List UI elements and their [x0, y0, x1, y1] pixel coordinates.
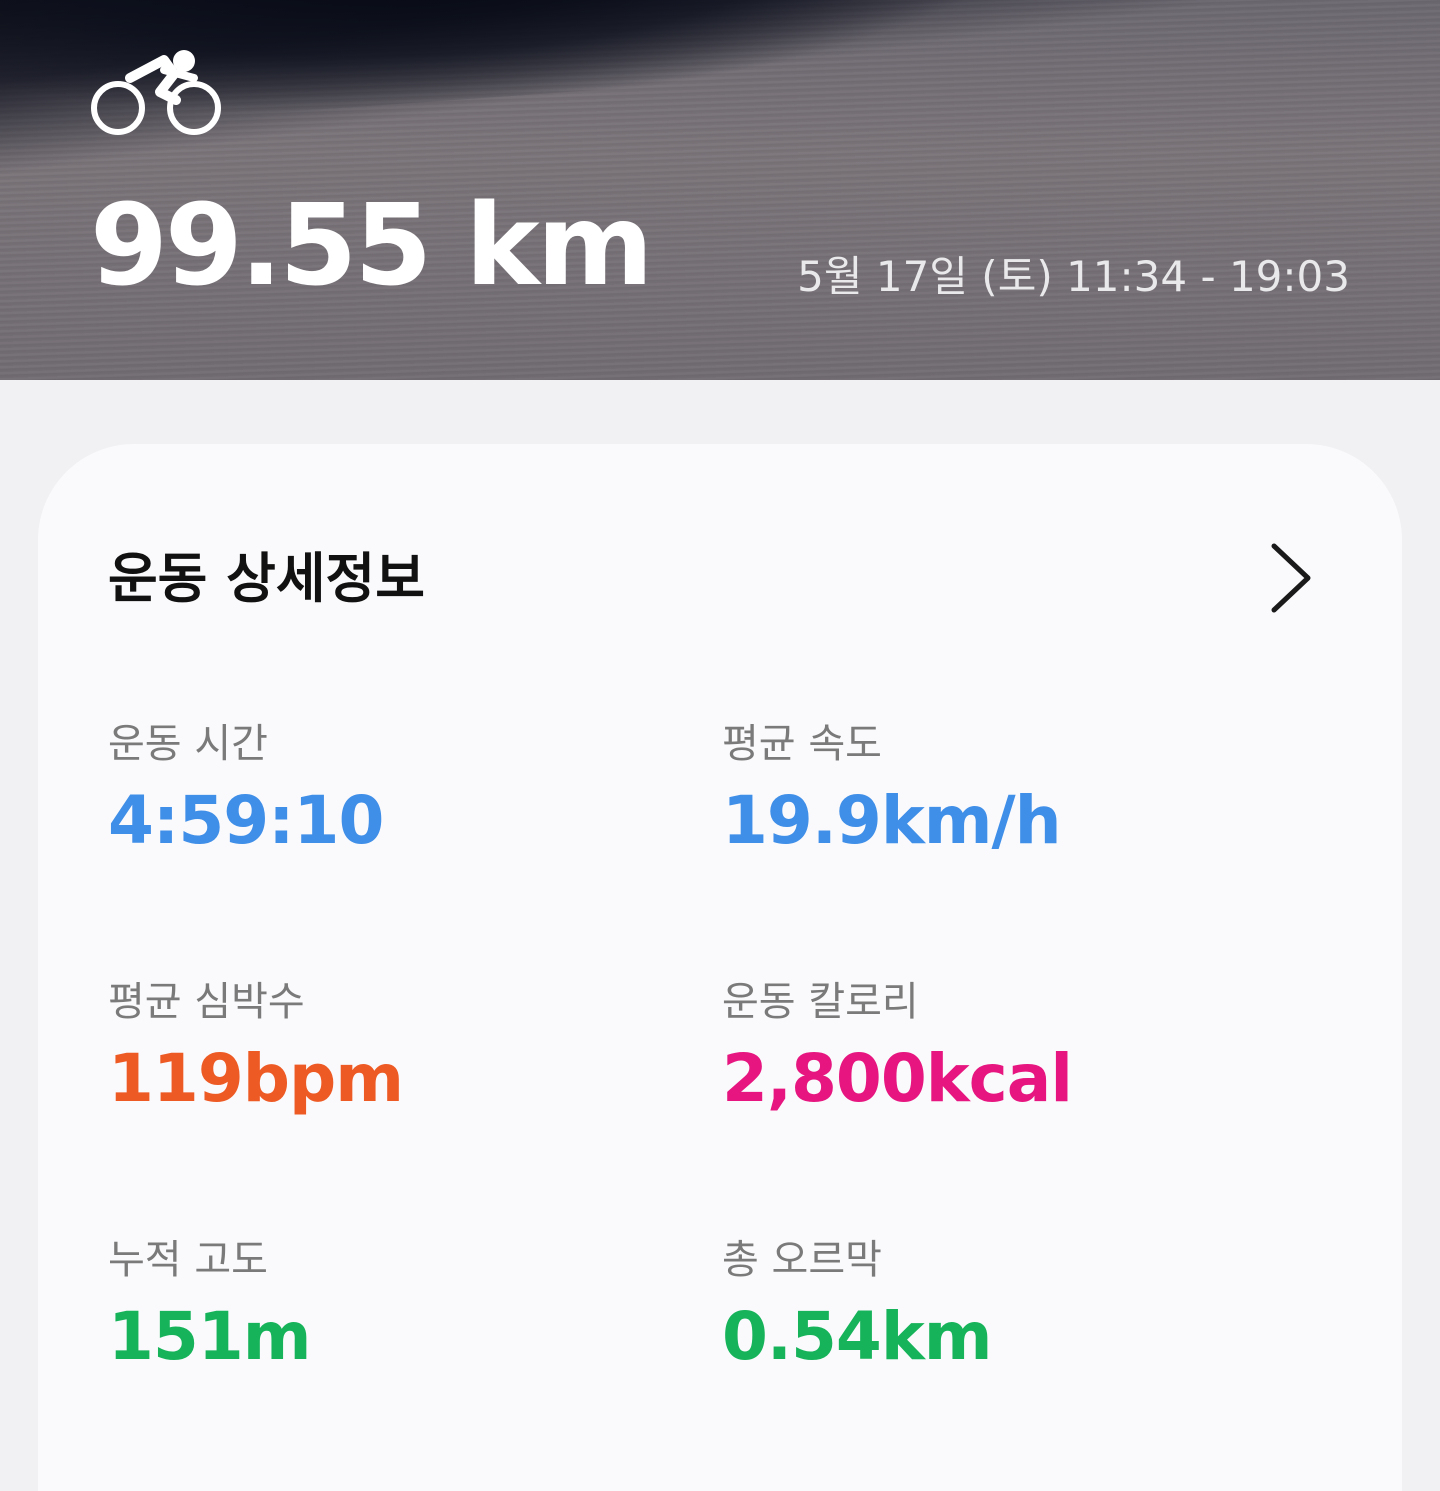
chevron-right-icon[interactable] — [1266, 540, 1318, 616]
activity-header: 99.55 km 5월 17일 (토) 11:34 - 19:03 — [0, 0, 1440, 380]
workout-details-card[interactable]: 운동 상세정보 운동 시간 4:59:10 평균 속도 19.9km/h 평균 … — [38, 444, 1402, 1491]
stat-label: 누적 고도 — [108, 1237, 268, 1283]
card-title: 운동 상세정보 — [108, 547, 425, 610]
stat-value: 151m — [108, 1298, 312, 1375]
stat-label: 운동 시간 — [108, 721, 268, 767]
workout-datetime: 5월 17일 (토) 11:34 - 19:03 — [797, 252, 1350, 301]
stat-average-speed: 평균 속도 19.9km/h — [722, 724, 1322, 854]
stat-value: 0.54km — [722, 1298, 993, 1375]
stat-label: 운동 칼로리 — [722, 979, 919, 1025]
stat-cumulative-elevation: 누적 고도 151m — [108, 1240, 708, 1370]
stat-workout-time: 운동 시간 4:59:10 — [108, 724, 708, 854]
stat-calories: 운동 칼로리 2,800kcal — [722, 982, 1322, 1112]
stat-label: 평균 심박수 — [108, 979, 305, 1025]
stat-value: 19.9km/h — [722, 782, 1062, 859]
stat-value: 4:59:10 — [108, 782, 384, 859]
stat-value: 119bpm — [108, 1040, 404, 1117]
cycling-icon — [91, 50, 221, 135]
stat-total-ascent: 총 오르막 0.54km — [722, 1240, 1322, 1370]
stat-label: 총 오르막 — [722, 1237, 882, 1283]
stat-value: 2,800kcal — [722, 1040, 1073, 1117]
total-distance: 99.55 km — [90, 181, 653, 311]
stat-label: 평균 속도 — [722, 721, 882, 767]
stat-average-heart-rate: 평균 심박수 119bpm — [108, 982, 708, 1112]
